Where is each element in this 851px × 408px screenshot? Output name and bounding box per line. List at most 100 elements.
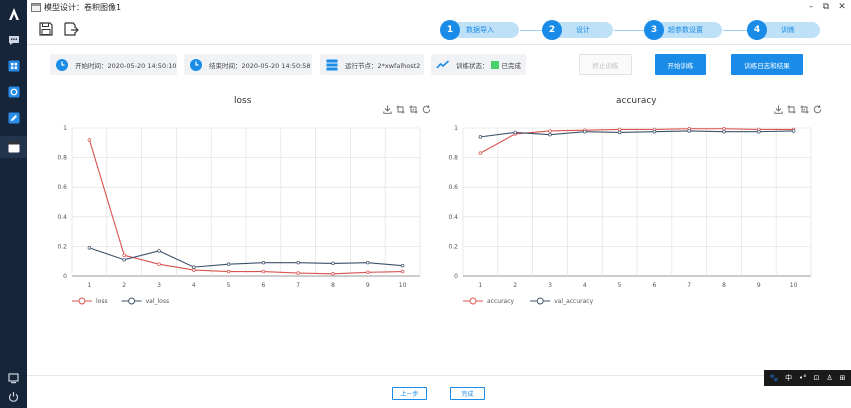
window-titlebar: 模型设计：卷积图像1 – ⧉ ✕ xyxy=(27,0,851,16)
data-point[interactable] xyxy=(722,126,726,131)
download-icon[interactable] xyxy=(383,99,392,114)
sidebar-modules-icon[interactable] xyxy=(5,58,22,74)
step-connector xyxy=(723,30,747,31)
legend-marker[interactable] xyxy=(128,297,136,305)
y-tick-label: 1 xyxy=(454,125,458,132)
data-point[interactable] xyxy=(478,151,483,155)
data-point[interactable] xyxy=(296,260,300,265)
sidebar-edit-icon[interactable] xyxy=(5,110,22,126)
data-point[interactable] xyxy=(513,130,517,135)
step-4-number[interactable]: 4 xyxy=(747,20,767,40)
legend-label-val_loss[interactable]: val_loss xyxy=(146,298,169,305)
save-icon[interactable] xyxy=(39,21,54,36)
data-point[interactable] xyxy=(331,261,335,266)
y-tick-label: 0.8 xyxy=(448,155,458,162)
download-icon[interactable] xyxy=(774,99,783,114)
data-point[interactable] xyxy=(400,269,405,274)
previous-step-button[interactable]: 上一步 xyxy=(392,387,427,400)
export-icon[interactable] xyxy=(64,21,79,36)
data-point[interactable] xyxy=(583,129,587,134)
legend-marker[interactable] xyxy=(536,297,544,305)
data-point[interactable] xyxy=(617,127,622,132)
step-2-number[interactable]: 2 xyxy=(542,20,562,40)
window-title: 模型设计：卷积图像1 xyxy=(44,3,122,12)
step-3-label[interactable]: 超参数设置 xyxy=(668,25,703,35)
data-point[interactable] xyxy=(687,129,691,133)
zoom-reset-icon[interactable] xyxy=(409,99,418,114)
legend-label-loss[interactable]: loss xyxy=(96,298,108,305)
data-point[interactable] xyxy=(122,253,126,258)
zoom-icon[interactable] xyxy=(396,99,405,114)
x-tick-label: 7 xyxy=(687,282,691,289)
data-point[interactable] xyxy=(226,262,231,266)
sidebar-model-design-icon[interactable] xyxy=(0,136,27,158)
app-logo-icon xyxy=(6,6,22,22)
x-tick-label: 10 xyxy=(790,282,798,289)
end-time-card: 结束时间：2020-05-20 14:50:58 xyxy=(184,54,312,75)
tray-paw-icon[interactable]: 🐾 xyxy=(769,374,778,382)
data-point[interactable] xyxy=(400,263,405,268)
data-point[interactable] xyxy=(87,138,92,142)
step-1-number[interactable]: 1 xyxy=(440,20,460,40)
close-button[interactable]: ✕ xyxy=(836,1,848,13)
data-point[interactable] xyxy=(757,129,761,134)
data-point[interactable] xyxy=(87,246,92,250)
tray-user-icon[interactable]: ♙ xyxy=(826,374,832,382)
data-point[interactable] xyxy=(192,268,196,272)
data-point[interactable] xyxy=(331,272,335,276)
data-point[interactable] xyxy=(122,257,126,262)
training-log-button[interactable]: 训练日志和结果 xyxy=(731,54,803,75)
data-point[interactable] xyxy=(296,271,300,275)
tray-grid-icon[interactable]: ⊞ xyxy=(840,374,846,382)
restore-button[interactable]: ⧉ xyxy=(820,1,832,13)
accuracy-chart: 0 0.2 0.4 0.6 0.8 1 1 2 3 4 5 6 7 8 9 10 accuracy val_acc… xyxy=(448,125,812,305)
progress-stepper: 1 数据导入 2 设计 3 超参数设置 4 训练 xyxy=(438,20,823,40)
legend-marker[interactable] xyxy=(78,297,86,305)
data-point[interactable] xyxy=(548,132,552,137)
data-point[interactable] xyxy=(478,135,483,139)
tray-ime-label[interactable]: 中 xyxy=(785,374,792,382)
data-point[interactable] xyxy=(548,129,552,133)
step-1-label[interactable]: 数据导入 xyxy=(466,25,494,35)
step-2-label[interactable]: 设计 xyxy=(576,25,590,35)
x-tick-label: 3 xyxy=(548,282,552,289)
x-tick-label: 1 xyxy=(87,282,91,289)
start-training-button[interactable]: 开始训练 xyxy=(655,54,706,75)
data-point[interactable] xyxy=(157,249,161,253)
data-point[interactable] xyxy=(261,269,266,274)
node-card: 运行节点：2*xwfalhost2 xyxy=(320,54,424,75)
app-sidebar xyxy=(0,0,27,408)
data-point[interactable] xyxy=(652,129,657,134)
step-4-label[interactable]: 训练 xyxy=(781,25,795,35)
data-point[interactable] xyxy=(226,269,231,274)
data-point[interactable] xyxy=(366,260,370,265)
sidebar-power-icon[interactable] xyxy=(5,388,22,404)
y-tick-label: 0.4 xyxy=(57,214,67,221)
data-point[interactable] xyxy=(366,270,370,275)
data-point[interactable] xyxy=(722,129,726,134)
step-3-number[interactable]: 3 xyxy=(644,20,664,40)
data-point[interactable] xyxy=(157,262,161,266)
data-point[interactable] xyxy=(617,130,622,135)
tray-punct-icon[interactable]: •° xyxy=(799,374,807,382)
legend-label-val_accuracy[interactable]: val_accuracy xyxy=(554,298,593,305)
minimize-button[interactable]: – xyxy=(805,1,817,13)
data-point[interactable] xyxy=(192,265,196,269)
zoom-icon[interactable] xyxy=(787,99,796,114)
sidebar-monitor-icon[interactable] xyxy=(5,370,22,386)
legend-marker[interactable] xyxy=(469,297,477,305)
finish-button[interactable]: 完成 xyxy=(450,387,485,400)
data-point[interactable] xyxy=(261,260,266,265)
zoom-reset-icon[interactable] xyxy=(800,99,809,114)
stop-training-button[interactable]: 终止训练 xyxy=(579,54,632,75)
accuracy-chart-title: accuracy xyxy=(616,96,657,106)
sidebar-chat-icon[interactable] xyxy=(5,32,22,48)
x-tick-label: 2 xyxy=(513,282,517,289)
legend-label-accuracy[interactable]: accuracy xyxy=(487,298,515,305)
data-point[interactable] xyxy=(791,129,796,133)
restore-icon[interactable] xyxy=(422,99,431,114)
loss-chart-title: loss xyxy=(234,96,252,106)
restore-icon[interactable] xyxy=(813,99,822,114)
tray-keyboard-icon[interactable]: ⊡ xyxy=(814,374,820,382)
sidebar-data-icon[interactable] xyxy=(5,84,22,100)
